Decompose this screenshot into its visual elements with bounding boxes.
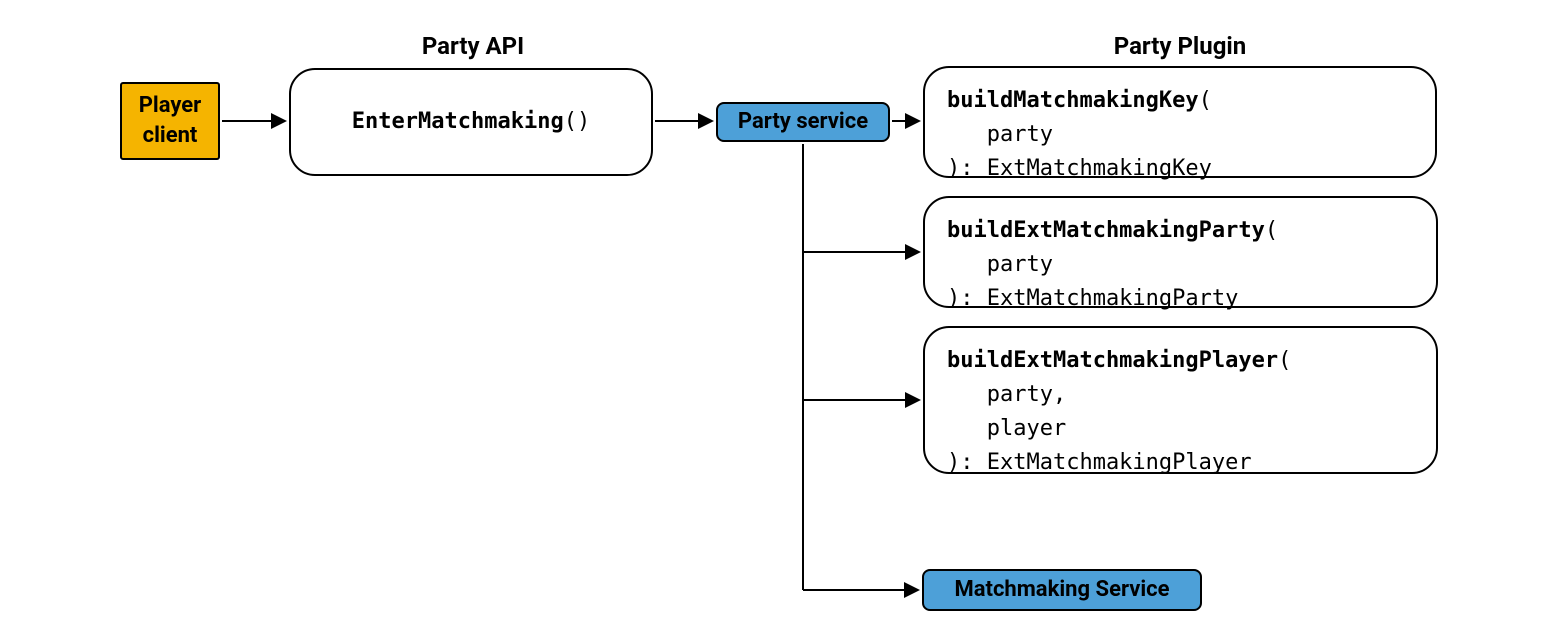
matchmaking-service-box: Matchmaking Service xyxy=(922,569,1202,611)
label-party-api: Party API xyxy=(288,32,658,60)
plugin-build-matchmaking-key: buildMatchmakingKey( party ): ExtMatchma… xyxy=(923,66,1437,178)
label-party-plugin: Party Plugin xyxy=(920,32,1440,60)
plugin2-name: buildExtMatchmakingParty xyxy=(947,218,1265,243)
enter-matchmaking-box: EnterMatchmaking() xyxy=(289,68,653,176)
plugin-build-ext-matchmaking-player: buildExtMatchmakingPlayer( party, player… xyxy=(923,326,1438,474)
party-service-box: Party service xyxy=(716,102,890,142)
plugin3-name: buildExtMatchmakingPlayer xyxy=(947,348,1278,373)
plugin1-name: buildMatchmakingKey xyxy=(947,88,1199,113)
enter-matchmaking-name: EnterMatchmaking xyxy=(352,109,564,134)
enter-matchmaking-parens: () xyxy=(564,109,591,134)
player-client-box: Player client xyxy=(120,82,220,160)
plugin-build-ext-matchmaking-party: buildExtMatchmakingParty( party ): ExtMa… xyxy=(923,196,1438,308)
